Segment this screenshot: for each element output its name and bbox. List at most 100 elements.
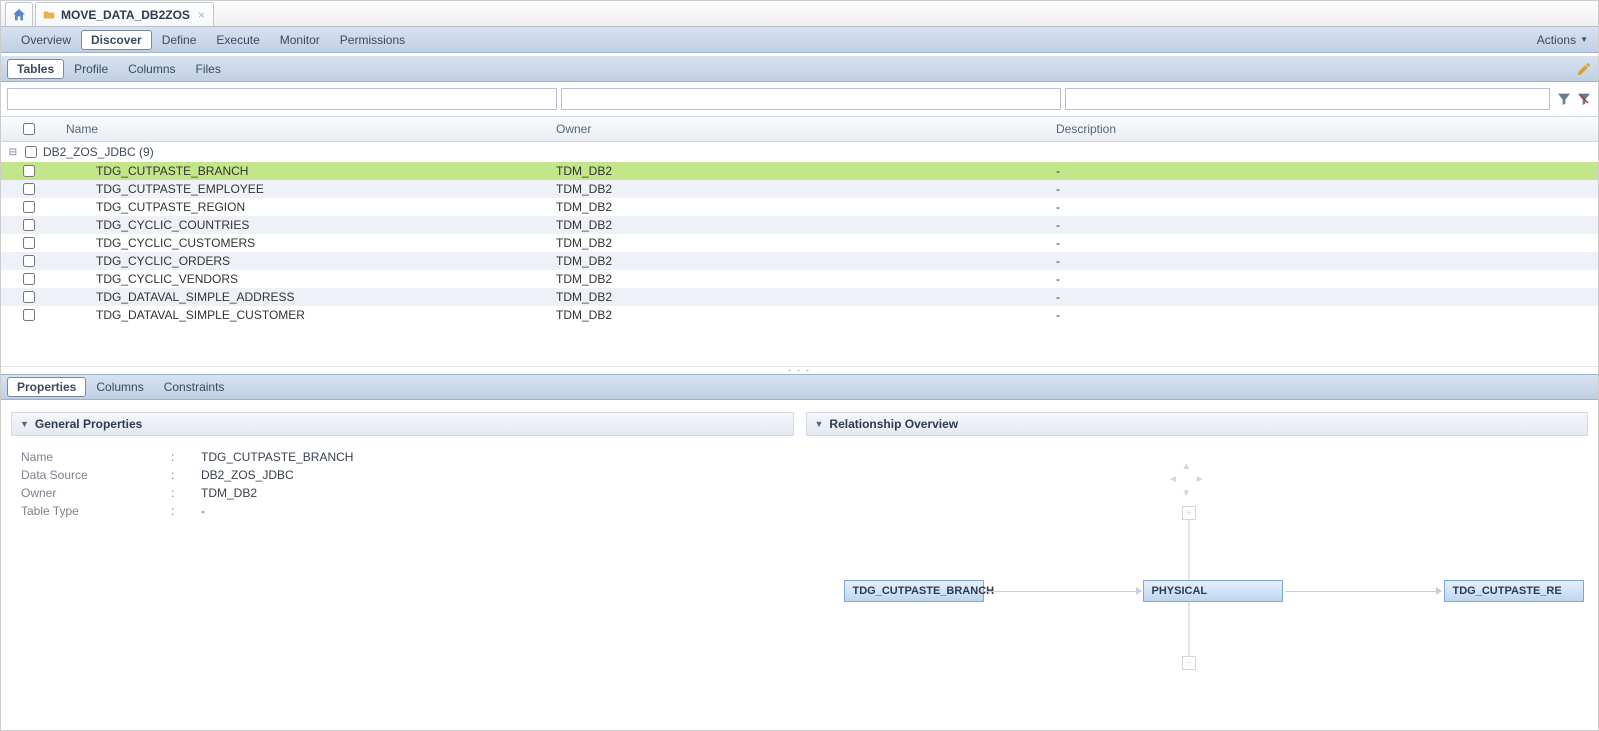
row-owner: TDM_DB2 [556,200,1056,214]
select-all-checkbox[interactable] [23,123,35,135]
actions-dropdown[interactable]: Actions ▼ [1537,33,1588,47]
diagram-node[interactable]: PHYSICAL [1143,580,1283,602]
row-checkbox[interactable] [23,273,35,285]
menu-monitor[interactable]: Monitor [270,30,330,50]
property-label: Owner [21,486,171,504]
relationship-overview-header[interactable]: ▼ Relationship Overview [806,412,1589,436]
pan-control[interactable]: ▲ ◄ ► ▼ [1166,460,1206,500]
bottom-tab-columns[interactable]: Columns [86,377,153,397]
filter-clear-icon[interactable] [1576,91,1592,107]
subtab-profile[interactable]: Profile [64,59,118,79]
table-row[interactable]: TDG_CYCLIC_VENDORSTDM_DB2- [1,270,1598,288]
bottom-tab-constraints[interactable]: Constraints [154,377,235,397]
bottom-tab-properties[interactable]: Properties [7,377,86,397]
property-value: DB2_ZOS_JDBC [201,468,294,486]
row-owner: TDM_DB2 [556,164,1056,178]
pan-down-icon[interactable]: ▼ [1180,487,1193,500]
subtab-bar: Tables Profile Columns Files [1,56,1598,82]
row-name: TDG_DATAVAL_SIMPLE_ADDRESS [56,290,556,304]
row-description: - [1056,182,1598,196]
arrow-right-icon [1136,587,1142,595]
diagram-node[interactable]: TDG_CUTPASTE_BRANCH [844,580,984,602]
row-name: TDG_CUTPASTE_REGION [56,200,556,214]
property-label: Data Source [21,468,171,486]
filter-row [1,82,1598,116]
menu-permissions[interactable]: Permissions [330,30,415,50]
menu-discover[interactable]: Discover [81,30,152,50]
column-header-owner[interactable]: Owner [556,122,1056,136]
filter-name-input[interactable] [7,88,557,110]
document-tab[interactable]: MOVE_DATA_DB2ZOS × [35,2,214,26]
row-name: TDG_CYCLIC_CUSTOMERS [56,236,556,250]
table-row[interactable]: TDG_CUTPASTE_REGIONTDM_DB2- [1,198,1598,216]
diagram-node[interactable]: TDG_CUTPASTE_RE [1444,580,1584,602]
general-properties-title: General Properties [35,417,142,431]
row-owner: TDM_DB2 [556,308,1056,322]
row-owner: TDM_DB2 [556,254,1056,268]
table-row[interactable]: TDG_CYCLIC_CUSTOMERSTDM_DB2- [1,234,1598,252]
row-checkbox[interactable] [23,219,35,231]
group-row[interactable]: ⊟ DB2_ZOS_JDBC (9) [1,142,1598,162]
general-properties-header[interactable]: ▼ General Properties [11,412,794,436]
grid-header: Name Owner Description [1,116,1598,142]
property-line: Data Source:DB2_ZOS_JDBC [21,468,784,486]
table-row[interactable]: TDG_DATAVAL_SIMPLE_CUSTOMERTDM_DB2- [1,306,1598,324]
relationship-canvas[interactable]: ▲ ◄ ► ▼ + − TDG_CUTPASTE_BRANCH PHYSICAL [816,450,1579,704]
table-row[interactable]: TDG_CYCLIC_ORDERSTDM_DB2- [1,252,1598,270]
property-value: TDM_DB2 [201,486,257,504]
subtab-files[interactable]: Files [186,59,231,79]
column-header-description[interactable]: Description [1056,122,1598,136]
property-value: - [201,504,205,522]
row-owner: TDM_DB2 [556,182,1056,196]
close-icon[interactable]: × [198,8,205,22]
chevron-down-icon: ▼ [20,419,29,429]
horizontal-splitter[interactable]: • • • [1,366,1598,374]
row-checkbox[interactable] [23,291,35,303]
diagram-edge [986,591,1141,592]
zoom-out-button[interactable]: − [1182,656,1196,670]
row-name: TDG_DATAVAL_SIMPLE_CUSTOMER [56,308,556,322]
relationship-overview-title: Relationship Overview [829,417,958,431]
group-checkbox[interactable] [25,146,37,158]
filter-description-input[interactable] [1065,88,1550,110]
table-row[interactable]: TDG_CUTPASTE_EMPLOYEETDM_DB2- [1,180,1598,198]
row-name: TDG_CYCLIC_VENDORS [56,272,556,286]
row-checkbox[interactable] [23,309,35,321]
property-label: Name [21,450,171,468]
row-description: - [1056,254,1598,268]
zoom-in-button[interactable]: + [1182,506,1196,520]
row-name: TDG_CYCLIC_COUNTRIES [56,218,556,232]
row-owner: TDM_DB2 [556,236,1056,250]
row-name: TDG_CUTPASTE_EMPLOYEE [56,182,556,196]
row-checkbox[interactable] [23,237,35,249]
table-row[interactable]: TDG_CYCLIC_COUNTRIESTDM_DB2- [1,216,1598,234]
subtab-columns[interactable]: Columns [118,59,185,79]
menu-define[interactable]: Define [152,30,207,50]
row-checkbox[interactable] [23,201,35,213]
filter-icon[interactable] [1556,91,1572,107]
pan-left-icon[interactable]: ◄ [1166,473,1179,486]
pencil-icon[interactable] [1576,61,1592,77]
row-checkbox[interactable] [23,255,35,267]
property-line: Owner:TDM_DB2 [21,486,784,504]
column-header-name[interactable]: Name [56,122,556,136]
chevron-down-icon: ▼ [815,419,824,429]
table-row[interactable]: TDG_DATAVAL_SIMPLE_ADDRESSTDM_DB2- [1,288,1598,306]
pan-up-icon[interactable]: ▲ [1180,460,1193,473]
pan-right-icon[interactable]: ► [1193,473,1206,486]
property-value: TDG_CUTPASTE_BRANCH [201,450,353,468]
table-row[interactable]: TDG_CUTPASTE_BRANCHTDM_DB2- [1,162,1598,180]
row-checkbox[interactable] [23,165,35,177]
filter-owner-input[interactable] [561,88,1061,110]
diagram-edge [1285,591,1441,592]
menu-overview[interactable]: Overview [11,30,81,50]
subtab-tables[interactable]: Tables [7,59,64,79]
row-owner: TDM_DB2 [556,272,1056,286]
row-checkbox[interactable] [23,183,35,195]
menu-execute[interactable]: Execute [206,30,269,50]
row-owner: TDM_DB2 [556,290,1056,304]
chevron-down-icon: ▼ [1580,35,1588,44]
home-tab[interactable] [5,2,33,26]
collapse-icon[interactable]: ⊟ [7,147,19,158]
row-description: - [1056,290,1598,304]
